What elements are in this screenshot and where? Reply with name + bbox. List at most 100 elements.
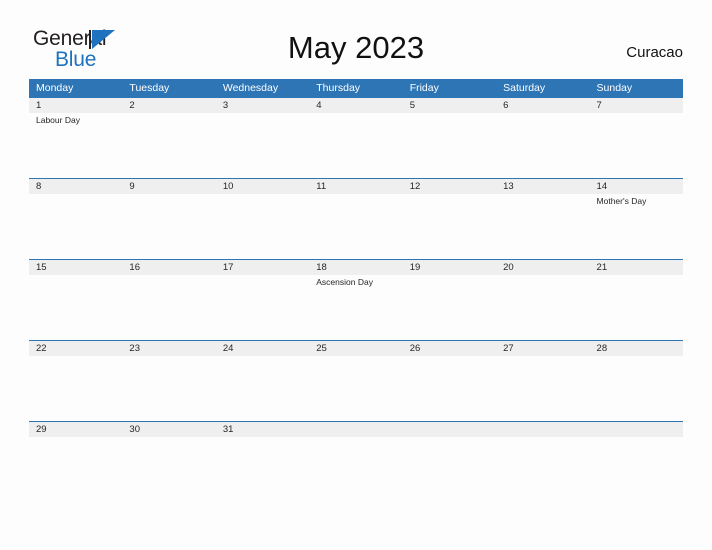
day-event (316, 422, 402, 423)
calendar-day-cell[interactable]: 15 (29, 260, 122, 339)
day-event (410, 275, 496, 276)
page-header: General Blue May 2023 Curacao (0, 0, 712, 79)
calendar-day-cell[interactable]: 19 (403, 260, 496, 339)
weekday-header-friday: Friday (409, 82, 439, 94)
calendar-day-cell[interactable]: 5 (403, 98, 496, 177)
day-event (36, 356, 122, 357)
day-event (316, 194, 402, 195)
calendar-day-cell[interactable]: 21 (590, 260, 683, 339)
calendar-week-row: 1 Labour Day 2 3 4 5 6 7 (29, 97, 683, 178)
day-number: 31 (222, 424, 234, 435)
calendar-day-cell[interactable]: 11 (309, 179, 402, 258)
calendar-day-cell[interactable]: 25 (309, 341, 402, 420)
weekday-header-tuesday: Tuesday (129, 82, 170, 94)
day-event (223, 356, 309, 357)
calendar-day-cell[interactable]: 9 (122, 179, 215, 258)
region-label: Curacao (626, 44, 683, 61)
calendar-day-cell[interactable]: 12 (403, 179, 496, 258)
calendar-day-cell[interactable]: 22 (29, 341, 122, 420)
day-event (597, 422, 683, 423)
calendar-day-cell[interactable]: 28 (590, 341, 683, 420)
calendar-day-cell[interactable]: 16 (122, 260, 215, 339)
day-number: 15 (36, 262, 47, 273)
calendar-day-cell[interactable]: 23 (122, 341, 215, 420)
day-event (597, 113, 683, 114)
calendar-day-cell[interactable]: 14 Mother's Day (590, 179, 683, 258)
day-number: 28 (596, 343, 608, 354)
day-number: 12 (409, 181, 421, 192)
weekday-header-monday: Monday (36, 82, 74, 94)
day-event (223, 194, 309, 195)
day-event (410, 113, 496, 114)
calendar-day-cell[interactable]: 29 (29, 422, 122, 501)
calendar-week-row: 8 9 10 11 12 13 14 Mother's Day (29, 178, 683, 259)
day-number: 1 (36, 100, 42, 111)
day-number: 30 (129, 424, 140, 435)
day-event (410, 194, 496, 195)
day-event (223, 113, 309, 114)
calendar-day-cell[interactable]: 6 (496, 98, 589, 177)
day-number: 5 (409, 100, 415, 111)
day-event: Ascension Day (316, 277, 373, 287)
day-number: 13 (503, 181, 514, 192)
page-title: May 2023 (287, 30, 425, 65)
day-number: 11 (316, 181, 327, 192)
day-number: 22 (36, 343, 47, 354)
day-event (597, 356, 683, 357)
day-event (503, 113, 589, 114)
weekday-header-thursday: Thursday (316, 82, 361, 94)
day-number: 24 (222, 343, 234, 354)
day-event (410, 422, 496, 423)
day-number: 19 (409, 262, 421, 273)
day-number: 18 (316, 262, 327, 273)
calendar-day-cell[interactable]: 27 (496, 341, 589, 420)
day-number: 8 (36, 181, 42, 192)
day-number: 29 (36, 424, 47, 435)
calendar-day-cell[interactable]: 3 (216, 98, 309, 177)
calendar-day-cell[interactable] (590, 422, 683, 501)
day-event: Labour Day (36, 115, 80, 125)
calendar-day-cell[interactable]: 2 (122, 98, 215, 177)
day-event (36, 194, 122, 195)
day-event (410, 356, 496, 357)
calendar-day-cell[interactable]: 20 (496, 260, 589, 339)
calendar-day-cell[interactable]: 26 (403, 341, 496, 420)
day-number: 17 (222, 262, 234, 273)
day-event (223, 275, 309, 276)
day-event (36, 437, 122, 438)
calendar-day-cell[interactable]: 13 (496, 179, 589, 258)
weekday-header-row: Monday Tuesday Wednesday Thursday Friday… (29, 79, 683, 97)
calendar-day-cell[interactable] (403, 422, 496, 501)
day-event (316, 356, 402, 357)
calendar-day-cell[interactable] (496, 422, 589, 501)
day-event (503, 275, 589, 276)
calendar-week-row: 22 23 24 25 26 27 28 (29, 340, 683, 421)
day-event (503, 356, 589, 357)
calendar-day-cell[interactable]: 8 (29, 179, 122, 258)
day-number: 16 (129, 262, 140, 273)
calendar-day-cell[interactable]: 31 (216, 422, 309, 501)
calendar-day-cell[interactable]: 7 (590, 98, 683, 177)
calendar-day-cell[interactable]: 4 (309, 98, 402, 177)
calendar-day-cell[interactable]: 18 Ascension Day (309, 260, 402, 339)
weekday-header-sunday: Sunday (596, 82, 633, 94)
calendar-day-cell[interactable]: 30 (122, 422, 215, 501)
day-event: Mother's Day (596, 196, 647, 206)
calendar-day-cell[interactable]: 1 Labour Day (29, 98, 122, 177)
day-event (129, 437, 215, 438)
weekday-header-wednesday: Wednesday (222, 82, 279, 94)
calendar-day-cell[interactable]: 17 (216, 260, 309, 339)
day-event (223, 437, 309, 438)
day-number: 10 (222, 181, 234, 192)
day-event (316, 113, 402, 114)
day-number: 14 (596, 181, 608, 192)
day-number: 20 (503, 262, 514, 273)
calendar-day-cell[interactable]: 10 (216, 179, 309, 258)
day-number: 25 (316, 343, 327, 354)
day-number: 2 (129, 100, 135, 111)
calendar-grid: Monday Tuesday Wednesday Thursday Friday… (29, 79, 683, 502)
calendar-day-cell[interactable]: 24 (216, 341, 309, 420)
day-number: 9 (129, 181, 135, 192)
calendar-day-cell[interactable] (309, 422, 402, 501)
day-event (129, 356, 215, 357)
